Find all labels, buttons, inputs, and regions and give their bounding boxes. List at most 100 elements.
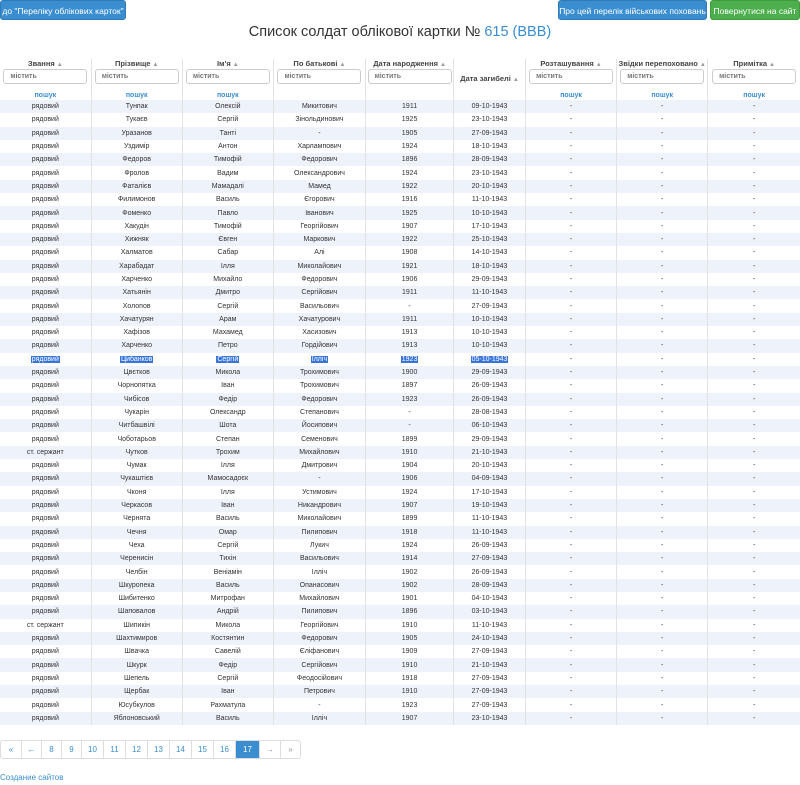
sort-triangle-icon[interactable]: ▲ xyxy=(769,62,775,68)
search-link-name[interactable]: пошук xyxy=(181,91,274,100)
table-row[interactable]: рядовий Халматов Сабар Алі 1908 14-10-1943- - - xyxy=(0,246,800,260)
footer-link[interactable]: Создание сайтов xyxy=(0,773,64,782)
page-button-9[interactable]: 9 xyxy=(61,741,81,758)
column-header-rank[interactable]: Звання ▲ містить xyxy=(0,59,92,91)
cell-birth-date: 1911 xyxy=(365,312,454,327)
table-row[interactable]: рядовий Юсубкулов Рахматула -1923 27-09-1943… xyxy=(0,698,800,712)
back-to-cards-list-button[interactable]: до "Переліку облікових карток" xyxy=(0,0,126,20)
table-row[interactable]: рядовий Харченко Михайло Федорович 1906 29-09… xyxy=(0,272,800,287)
table-row[interactable]: рядовий Филимонов Василь Єгорович 1916 11-10-… xyxy=(0,193,800,207)
table-row[interactable]: рядовий Черенисін Тихін Васильович 1914 27-09… xyxy=(0,552,800,566)
cell-note: - xyxy=(707,272,800,287)
first-page-button[interactable]: « xyxy=(1,741,21,758)
table-row[interactable]: ст. сержант Шипикін Микола Георгійович 1910 1… xyxy=(0,618,800,632)
page-button-13[interactable]: 13 xyxy=(147,741,169,758)
table-row[interactable]: рядовий Холопов Сергій Васильович -27-09-194… xyxy=(0,299,800,313)
page-button-11[interactable]: 11 xyxy=(103,741,125,758)
table-row[interactable]: рядовий Хакудін Тимофій Георгійович 1907 17-1… xyxy=(0,219,800,233)
table-row[interactable]: рядовий Цибанков Сергій Ілліч 1923 05-10-1943… xyxy=(0,352,800,366)
table-row[interactable]: рядовий Харабадат Ілля Миколайович 1921 18-10… xyxy=(0,259,800,273)
column-header-name[interactable]: Ім'я ▲ містить xyxy=(181,59,274,91)
filter-input-reburied-from[interactable]: містить xyxy=(620,69,705,84)
table-row[interactable]: рядовий Шаповалов Андрій Пилипович 1896 03-10… xyxy=(0,605,800,619)
last-page-button[interactable]: » xyxy=(280,741,300,758)
table-row[interactable]: рядовий Хатьянін Дмитро Сергійович 1911 11-10… xyxy=(0,286,800,300)
search-link-rank[interactable]: пошук xyxy=(0,91,91,100)
table-row[interactable]: рядовий Швачка Савелій Єліфанович 1909 27-09-… xyxy=(0,645,800,659)
table-row[interactable]: рядовий Чорнопятка Іван Трохимович 1897 26-09… xyxy=(0,379,800,393)
table-row[interactable]: рядовий Читбашвілі Шота Йосипович -06-10-194… xyxy=(0,419,800,433)
table-row[interactable]: рядовий Хижняк Євген Маркович 1922 25-10-1943… xyxy=(0,232,800,247)
table-row[interactable]: рядовий Чеха Сергій Лукич 1924 26-09-1943- - - xyxy=(0,538,800,553)
sort-triangle-icon[interactable]: ▲ xyxy=(440,62,446,68)
table-row[interactable]: рядовий Чечня Омар Пилипович 1918 11-10-1943-… xyxy=(0,525,800,539)
table-row[interactable]: рядовий Яблоновський Василь Ілліч 1907 23-10-… xyxy=(0,711,800,725)
table-row[interactable]: рядовий Шепель Сергій Феодосійович 1918 27-09… xyxy=(0,671,800,686)
table-row[interactable]: рядовий Федоров Тимофій Федорович 1896 28-09-… xyxy=(0,153,800,167)
sort-triangle-icon[interactable]: ▲ xyxy=(700,62,706,68)
table-row[interactable]: рядовий Харченко Петро Гордійович 1913 10-10-… xyxy=(0,339,800,353)
column-header-location[interactable]: Розташування ▲ містить xyxy=(524,59,617,91)
page-button-12[interactable]: 12 xyxy=(125,741,147,758)
filter-input-note[interactable]: містить xyxy=(712,69,797,84)
table-row[interactable]: рядовий Щербак Іван Петрович 1910 27-09-1943-… xyxy=(0,685,800,699)
search-link-note[interactable]: пошук xyxy=(707,91,800,100)
filter-input-name[interactable]: містить xyxy=(185,69,270,84)
sort-triangle-icon[interactable]: ▲ xyxy=(596,62,602,68)
sort-triangle-icon[interactable]: ▲ xyxy=(340,62,346,68)
table-row[interactable]: рядовий Уразанов Танті -1905 27-09-1943- - - xyxy=(0,126,800,140)
page-button-15[interactable]: 15 xyxy=(191,741,213,758)
page-button-16[interactable]: 16 xyxy=(213,741,235,758)
cell-surname: Хафізов xyxy=(90,326,183,340)
filter-input-patronymic[interactable]: містить xyxy=(277,69,362,84)
column-header-birth-date[interactable]: Дата народження ▲ містить xyxy=(365,59,454,91)
search-link-reburied-from[interactable]: пошук xyxy=(616,91,708,100)
table-row[interactable]: рядовий Фролов Вадим Олександрович 1924 23-10… xyxy=(0,166,800,180)
table-row[interactable]: рядовий Хафізов Махамед Хасизович 1913 10-10-… xyxy=(0,326,800,340)
column-header-patronymic[interactable]: По батькові ▲ містить xyxy=(272,59,366,91)
table-row[interactable]: рядовий Чибісов Федір Федорович 1923 26-09-19… xyxy=(0,392,800,406)
table-row[interactable]: рядовий Чоботарьов Степан Семенович 1899 29-0… xyxy=(0,432,800,446)
page-button-8[interactable]: 8 xyxy=(41,741,61,758)
filter-input-location[interactable]: містить xyxy=(529,69,614,84)
table-row[interactable]: рядовий Шибитенко Митрофан Михайлович 1901 04… xyxy=(0,591,800,606)
column-header-death-date[interactable]: Дата загибелі ▲ xyxy=(453,59,526,91)
table-row[interactable]: рядовий Шкуропека Василь Опанасович 1902 28-0… xyxy=(0,578,800,592)
table-row[interactable]: рядовий Чконя Ілля Устимович 1924 17-10-1943-… xyxy=(0,485,800,499)
filter-input-birth-date[interactable]: містить xyxy=(367,69,452,84)
table-row[interactable]: рядовий Тунпак Олексій Микитович 1911 09-10-1… xyxy=(0,100,800,114)
prev-page-button[interactable]: ← xyxy=(21,741,41,758)
sort-triangle-icon[interactable]: ▲ xyxy=(233,62,239,68)
page-button-14[interactable]: 14 xyxy=(169,741,191,758)
sort-triangle-icon[interactable]: ▲ xyxy=(513,77,519,83)
column-header-reburied-from[interactable]: Звідки перепоховано ▲ містить xyxy=(616,59,708,91)
table-row[interactable]: рядовий Чернята Василь Миколайович 1899 11-10… xyxy=(0,512,800,526)
column-header-surname[interactable]: Прізвище ▲ містить xyxy=(90,59,183,91)
search-link-location[interactable]: пошук xyxy=(524,91,617,100)
table-row[interactable]: рядовий Уздимір Антон Харлампович 1924 18-10-… xyxy=(0,139,800,154)
search-link-surname[interactable]: пошук xyxy=(90,91,183,100)
sort-triangle-icon[interactable]: ▲ xyxy=(152,62,158,68)
column-header-note[interactable]: Примітка ▲ містить xyxy=(707,59,800,91)
return-to-site-button[interactable]: Повернутися на сайт xyxy=(710,0,800,20)
next-page-button[interactable]: → xyxy=(259,741,280,758)
page-button-10[interactable]: 10 xyxy=(81,741,103,758)
filter-input-surname[interactable]: містить xyxy=(94,69,179,84)
card-number-link[interactable]: 615 (ВВВ) xyxy=(484,24,551,40)
table-row[interactable]: ст. сержант Чутков Трохим Михайлович 1910 21-… xyxy=(0,445,800,460)
table-row[interactable]: рядовий Чукарін Олександр Степанович -28-08-… xyxy=(0,405,800,420)
table-row[interactable]: рядовий Цвєтков Микола Трохимович 1900 29-09-… xyxy=(0,365,800,380)
table-row[interactable]: рядовий Шахтимиров Костянтин Федорович 1905 2… xyxy=(0,631,800,646)
table-row[interactable]: рядовий Черкасов Іван Никандрович 1907 19-10-… xyxy=(0,498,800,513)
table-row[interactable]: рядовий Челбін Веніамін Ілліч 1902 26-09-1943… xyxy=(0,565,800,579)
table-row[interactable]: рядовий Чумак Ілля Дмитрович 1904 20-10-1943-… xyxy=(0,459,800,473)
filter-input-rank[interactable]: містить xyxy=(3,69,88,84)
sort-triangle-icon[interactable]: ▲ xyxy=(57,62,63,68)
table-row[interactable]: рядовий Фоменко Павло Іванович 1925 10-10-194… xyxy=(0,206,800,220)
about-burials-button[interactable]: Про цей перелік військових поховань xyxy=(558,0,707,20)
table-row[interactable]: рядовий Тукаєв Сергій Зінольдинович 1925 23-1… xyxy=(0,113,800,127)
table-row[interactable]: рядовий Шкурк Федір Сергійович 1910 21-10-194… xyxy=(0,658,800,672)
table-row[interactable]: рядовий Чукаштієв Мамосадоєк -1906 04-09-194… xyxy=(0,472,800,486)
table-row[interactable]: рядовий Хачатурян Арам Хачатурович 1911 10-10… xyxy=(0,312,800,327)
table-row[interactable]: рядовий Фаталієв Мамадалі Мамед 1922 20-10-19… xyxy=(0,179,800,194)
